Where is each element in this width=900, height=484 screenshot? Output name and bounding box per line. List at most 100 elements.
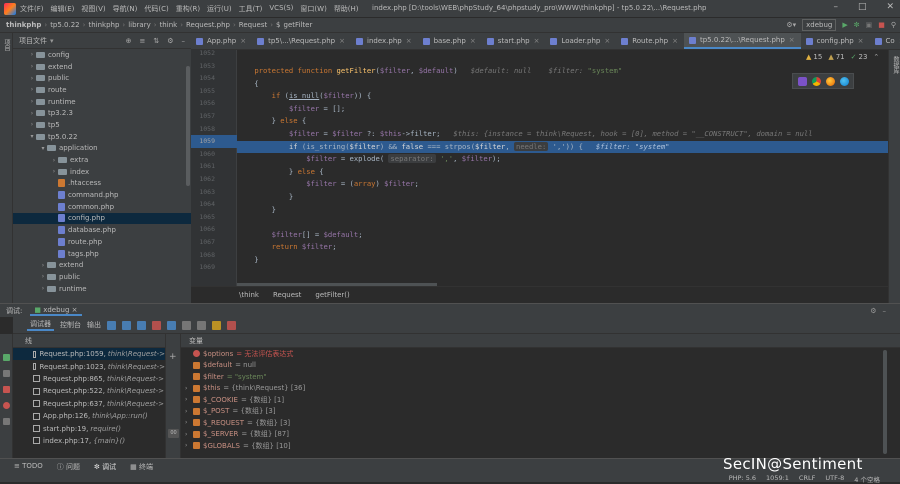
editor-tab[interactable]: start.php × (482, 33, 546, 49)
view-breakpoints-icon[interactable] (3, 402, 10, 409)
variable-row[interactable]: $filter = "system" (181, 371, 888, 383)
menu-tools[interactable]: 工具(T) (239, 4, 263, 14)
tree-item[interactable]: › index (13, 166, 191, 178)
chevron-right-icon[interactable]: › (28, 51, 36, 58)
chevron-right-icon[interactable]: › (28, 63, 36, 70)
variable-row[interactable]: › $_REQUEST = {数组} [3] (181, 417, 888, 429)
show-execution-point-icon[interactable] (107, 320, 116, 330)
stack-frame[interactable]: Request.php:1059, think\Request-> (13, 348, 165, 361)
tree-item[interactable]: › runtime (13, 283, 191, 295)
stop-debug-icon[interactable] (3, 386, 10, 393)
force-step-into-icon[interactable] (152, 320, 161, 330)
tree-item[interactable]: command.php (13, 189, 191, 201)
line-separator[interactable]: CRLF (799, 474, 815, 484)
minimize-icon[interactable]: – (833, 2, 838, 12)
code-editor[interactable]: protected function getFilter($filter, $d… (237, 50, 888, 286)
chevron-right-icon[interactable]: › (185, 385, 193, 392)
chevron-right-icon[interactable]: › (28, 110, 36, 117)
chevron-down-icon[interactable]: ▾ (50, 37, 54, 45)
chevron-right-icon[interactable]: › (50, 168, 58, 175)
breadcrumb-class[interactable]: Request (239, 21, 267, 29)
tree-item[interactable]: › public (13, 72, 191, 84)
breadcrumb-project[interactable]: thinkphp (6, 21, 41, 29)
project-panel-title[interactable]: 项目文件 (19, 36, 47, 46)
step-into-icon[interactable] (137, 320, 146, 330)
stack-frame[interactable]: start.php:19, require() (13, 422, 165, 434)
menu-view[interactable]: 视图(V) (81, 4, 105, 14)
breadcrumb-method[interactable]: getFilter (284, 21, 313, 29)
firefox-icon[interactable] (825, 76, 835, 86)
mute-breakpoints-icon[interactable] (227, 320, 236, 330)
tree-scrollbar[interactable] (186, 66, 190, 186)
chevron-right-icon[interactable]: › (185, 408, 193, 415)
tree-item[interactable]: tags.php (13, 248, 191, 260)
step-out-icon[interactable] (167, 320, 176, 330)
editor-tab[interactable]: tp5\...\Request.php × (252, 33, 351, 49)
phpstorm-browser-icon[interactable] (797, 76, 807, 86)
menu-edit[interactable]: 编辑(E) (51, 4, 75, 14)
breadcrumb-item[interactable]: think (160, 21, 178, 29)
close-tab-icon[interactable]: × (406, 37, 412, 45)
tree-item[interactable]: ▾ application (13, 143, 191, 155)
stack-frame[interactable]: index.php:17, {main}() (13, 435, 165, 447)
hide-icon[interactable]: – (182, 37, 186, 45)
stack-frame[interactable]: App.php:126, think\App::run() (13, 410, 165, 422)
step-over-icon[interactable] (122, 320, 131, 330)
tree-item[interactable]: › extra (13, 154, 191, 166)
menu-window[interactable]: 窗口(W) (300, 4, 326, 14)
variables-scrollbar[interactable] (883, 350, 887, 454)
stack-frame[interactable]: Request.php:522, think\Request-> (13, 385, 165, 397)
chevron-right-icon[interactable]: › (185, 431, 193, 438)
editor-tab[interactable]: Co× (870, 33, 900, 49)
collapse-all-icon[interactable]: ≡ (139, 37, 145, 45)
editor-tab[interactable]: index.php × (351, 33, 418, 49)
expand-all-icon[interactable]: ⇅ (153, 37, 159, 45)
inspection-widget[interactable]: ▲ 15 ▲ 71 ✓ 23 ⌃ (806, 53, 879, 61)
panel-options-icon[interactable]: ⚙– (870, 307, 892, 315)
variable-row[interactable]: $default = null (181, 360, 888, 372)
watches-icon[interactable] (212, 320, 221, 330)
add-watch-icon[interactable]: + (169, 352, 177, 362)
tree-item[interactable]: › config (13, 49, 191, 61)
chevron-right-icon[interactable]: › (185, 419, 193, 426)
debug-icon[interactable]: ✼ (854, 21, 860, 29)
menu-run[interactable]: 运行(U) (207, 4, 232, 14)
settings-icon[interactable] (3, 418, 10, 425)
tree-item[interactable]: › extend (13, 259, 191, 271)
tree-item[interactable]: ▾ tp5.0.22 (13, 131, 191, 143)
variable-row[interactable]: › $GLOBALS = {数组} [10] (181, 440, 888, 452)
evaluate-expression-icon[interactable] (197, 320, 206, 330)
chevron-right-icon[interactable]: › (185, 396, 193, 403)
resume-icon[interactable] (3, 354, 10, 361)
close-tab-icon[interactable]: × (789, 36, 795, 44)
settings-icon[interactable]: ⚙ (167, 37, 173, 45)
search-everywhere-icon[interactable]: ⚲ (891, 21, 896, 29)
breadcrumb-class[interactable]: Request (273, 291, 301, 299)
editor-tab[interactable]: App.php × (191, 33, 252, 49)
editor-tab[interactable]: Route.php × (616, 33, 684, 49)
chevron-up-icon[interactable]: ⌃ (873, 53, 879, 61)
debug-session-tab[interactable]: ■ xdebug × (30, 306, 82, 316)
chevron-down-icon[interactable]: ▾ (28, 133, 36, 140)
tree-item[interactable]: › public (13, 271, 191, 283)
tree-item[interactable]: › tp3.2.3 (13, 107, 191, 119)
stack-frame[interactable]: Request.php:637, think\Request-> (13, 398, 165, 410)
debugger-tab[interactable]: 调试器 (27, 319, 54, 331)
editor-tab[interactable]: Loader.php × (545, 33, 616, 49)
tree-item[interactable]: common.php (13, 201, 191, 213)
pause-icon[interactable] (3, 370, 10, 377)
locate-icon[interactable]: ⊕ (126, 37, 132, 45)
editor-tab[interactable]: config.php × (801, 33, 870, 49)
close-tab-icon[interactable]: × (240, 37, 246, 45)
close-tab-icon[interactable]: × (470, 37, 476, 45)
add-configuration-icon[interactable]: ⚙▾ (786, 21, 796, 29)
stack-frame[interactable]: Request.php:1023, think\Request-> (13, 360, 165, 372)
watches-toggle-icon[interactable]: 00 (168, 429, 179, 438)
chevron-down-icon[interactable]: ▾ (39, 145, 47, 152)
variable-row[interactable]: › $_POST = {数组} [3] (181, 406, 888, 418)
tree-item[interactable]: .htaccess (13, 178, 191, 190)
console-tab[interactable]: 控制台 (60, 320, 81, 330)
coverage-icon[interactable]: ▣ (866, 21, 873, 29)
tree-item[interactable]: › tp5 (13, 119, 191, 131)
chevron-right-icon[interactable]: › (28, 86, 36, 93)
